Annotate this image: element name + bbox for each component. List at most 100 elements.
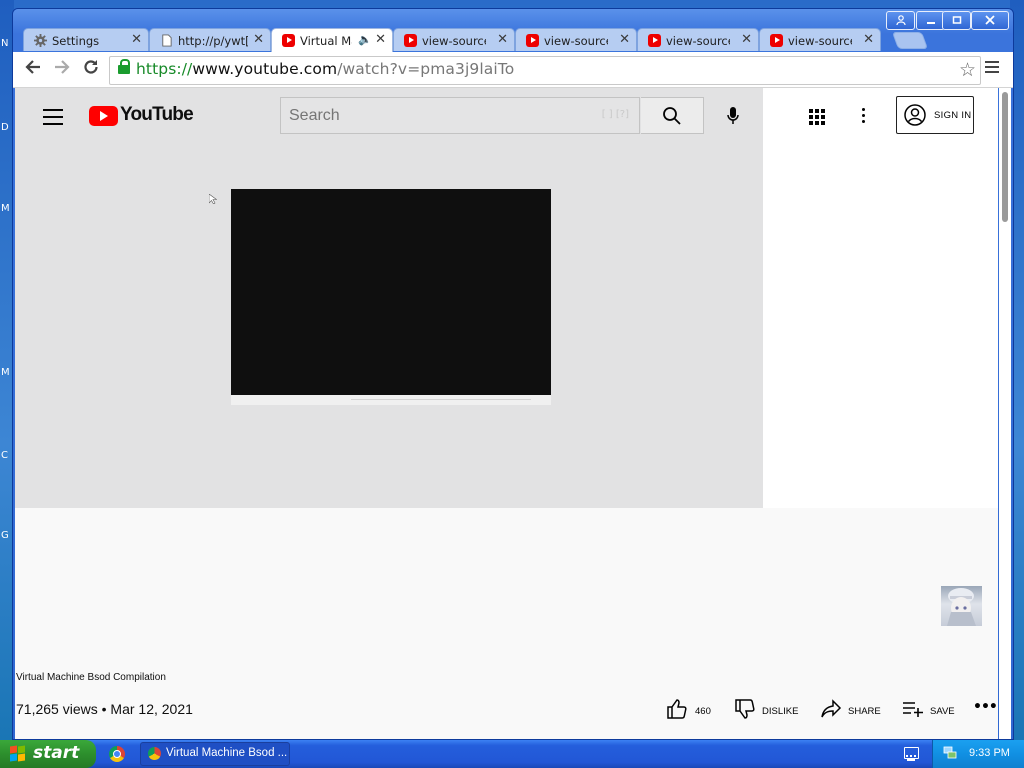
tab-label: view-source:h: [788, 34, 852, 48]
sign-in-button[interactable]: SIGN IN: [896, 96, 974, 134]
start-button[interactable]: start: [0, 740, 96, 768]
video-stats: 71,265 views • Mar 12, 2021: [16, 701, 193, 717]
maximize-button[interactable]: [942, 11, 971, 30]
tab-view-source[interactable]: view-source:h ✕: [759, 28, 881, 51]
url-host: www.youtube.com: [192, 60, 338, 78]
url-scheme: https://: [136, 60, 193, 78]
search-box[interactable]: [ ] [?]: [280, 97, 640, 134]
windows-flag-icon: [10, 745, 27, 762]
reload-button[interactable]: [80, 58, 102, 80]
page-scrollbar[interactable]: [999, 88, 1011, 739]
close-tab-icon[interactable]: ✕: [131, 32, 142, 47]
desktop-icon-letter: C: [1, 450, 8, 461]
thumbs-down-icon: [735, 699, 755, 719]
player-controls-strip[interactable]: [231, 395, 551, 405]
clock: 9:33 PM: [969, 747, 1010, 759]
desktop-icon-letter: M: [1, 367, 10, 378]
new-tab-button[interactable]: [891, 32, 929, 49]
save-button[interactable]: SAVE: [902, 696, 962, 722]
start-label: start: [33, 743, 80, 763]
upload-date: Mar 12, 2021: [110, 701, 193, 717]
browser-window: Settings ✕ http://p/ywt[[ ✕ Virtual Mac …: [12, 8, 1014, 740]
tab-settings[interactable]: Settings ✕: [23, 28, 149, 51]
video-title: Virtual Machine Bsod Compilation: [16, 672, 166, 683]
chrome-quicklaunch-icon[interactable]: [109, 746, 125, 762]
audio-playing-icon[interactable]: 🔈: [358, 33, 372, 46]
keyboard-shortcut-hint: [ ] [?]: [601, 109, 629, 120]
apps-grid-icon[interactable]: [809, 109, 825, 125]
reload-icon: [84, 60, 98, 74]
close-tab-icon[interactable]: ✕: [253, 32, 264, 47]
sign-in-label: SIGN IN: [934, 110, 972, 121]
microphone-icon[interactable]: [727, 107, 739, 124]
channel-avatar[interactable]: [941, 586, 982, 626]
tab-view-source[interactable]: view-source:h ✕: [393, 28, 515, 51]
tab-strip: Settings ✕ http://p/ywt[[ ✕ Virtual Mac …: [23, 28, 929, 52]
close-tab-icon[interactable]: ✕: [619, 32, 630, 47]
browser-toolbar: https://www.youtube.com/watch?v=pma3j9la…: [13, 52, 1013, 88]
lock-icon: [118, 59, 130, 75]
avatar-image: [947, 588, 976, 626]
system-tray: 9:33 PM: [932, 740, 1024, 768]
tab-label: Settings: [52, 34, 100, 48]
close-tab-icon[interactable]: ✕: [863, 32, 874, 47]
share-icon: [821, 699, 842, 718]
close-tab-icon[interactable]: ✕: [497, 32, 508, 47]
forward-button[interactable]: [51, 58, 73, 80]
share-button[interactable]: SHARE: [820, 696, 892, 722]
search-button[interactable]: [641, 97, 704, 134]
like-button[interactable]: 460: [666, 696, 726, 722]
youtube-icon: [526, 34, 539, 47]
back-button[interactable]: [22, 58, 44, 80]
minimize-icon: [926, 22, 935, 24]
keyboard-icon[interactable]: [904, 747, 919, 761]
keyboard-keys: [906, 755, 916, 761]
tab-label: http://p/ywt[[: [178, 34, 248, 48]
close-tab-icon[interactable]: ✕: [375, 32, 386, 47]
playlist-add-icon: [903, 702, 923, 717]
desktop-icon-letter: D: [1, 122, 9, 133]
dislike-button[interactable]: DISLIKE: [734, 696, 806, 722]
settings-more-icon[interactable]: [862, 108, 866, 126]
desktop-icon-letter: N: [1, 38, 9, 49]
forward-arrow-icon: [55, 60, 70, 74]
tab-view-source[interactable]: view-source:h ✕: [637, 28, 759, 51]
progress-track[interactable]: [351, 399, 531, 400]
tab-page[interactable]: http://p/ywt[[ ✕: [149, 28, 271, 51]
bookmark-star-icon[interactable]: ☆: [959, 59, 976, 81]
network-icon[interactable]: [943, 746, 957, 760]
web-page: YouTube [ ] [?] SIGN IN: [15, 88, 998, 739]
tab-view-source[interactable]: view-source:h ✕: [515, 28, 637, 51]
taskbar: start Virtual Machine Bsod ... 9:33 PM: [0, 740, 1024, 768]
mic-shape: [727, 107, 739, 124]
tab-youtube-active[interactable]: Virtual Mac 🔈 ✕: [271, 28, 393, 52]
taskbar-window-button[interactable]: Virtual Machine Bsod ...: [140, 742, 290, 766]
tab-label: view-source:h: [666, 34, 730, 48]
youtube-wordmark: YouTube: [120, 104, 194, 125]
search-icon: [663, 107, 681, 125]
url-text[interactable]: https://www.youtube.com/watch?v=pma3j9la…: [136, 60, 514, 78]
video-player[interactable]: [231, 189, 551, 395]
thumbs-up-icon: [667, 699, 687, 719]
more-actions-icon[interactable]: •••: [973, 699, 998, 715]
youtube-icon: [282, 34, 295, 47]
search-input[interactable]: [287, 106, 621, 126]
url-path: /watch?v=pma3j9laiTo: [337, 60, 515, 78]
page-icon: [162, 34, 172, 47]
profile-icon: [895, 15, 906, 26]
scrollbar-thumb[interactable]: [1002, 92, 1008, 222]
chrome-menu-icon[interactable]: [985, 61, 999, 76]
share-label: SHARE: [848, 706, 881, 717]
close-icon: [985, 15, 995, 25]
guide-menu-icon[interactable]: [43, 109, 63, 130]
gear-icon: [34, 34, 47, 47]
youtube-icon: [648, 34, 661, 47]
taskbar-window-label: Virtual Machine Bsod ...: [166, 747, 288, 759]
close-tab-icon[interactable]: ✕: [741, 32, 752, 47]
address-bar[interactable]: https://www.youtube.com/watch?v=pma3j9la…: [109, 56, 981, 85]
mouse-cursor-icon: [209, 194, 217, 204]
youtube-play-icon: [89, 106, 118, 126]
tab-label: view-source:h: [544, 34, 608, 48]
desktop-icon-letter: G: [1, 530, 9, 541]
close-window-button[interactable]: [971, 11, 1009, 30]
